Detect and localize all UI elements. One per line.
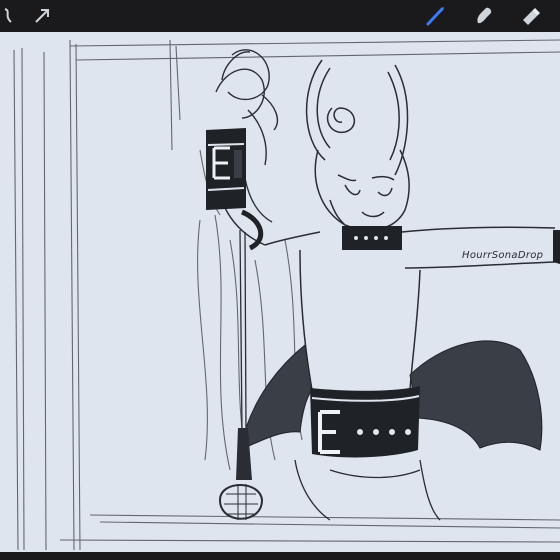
eraser-icon <box>523 8 540 25</box>
sketch-artwork <box>13 39 560 551</box>
transform-tool-button[interactable] <box>30 4 54 28</box>
brush-tool-button[interactable] <box>424 4 448 28</box>
smudge-icon <box>477 7 492 24</box>
smudge-tool-button[interactable] <box>472 4 496 28</box>
artist-signature: HourrSonaDrop <box>462 250 544 261</box>
app-toolbar <box>0 0 560 32</box>
bottom-bar <box>0 552 560 560</box>
arrow-cursor-icon <box>35 9 49 23</box>
eraser-tool-button[interactable] <box>518 4 542 28</box>
drawing-canvas[interactable]: HourrSonaDrop <box>0 32 560 552</box>
adjustments-tool-button[interactable] <box>0 4 20 28</box>
magic-wand-icon <box>4 8 12 23</box>
brush-icon <box>426 7 444 26</box>
